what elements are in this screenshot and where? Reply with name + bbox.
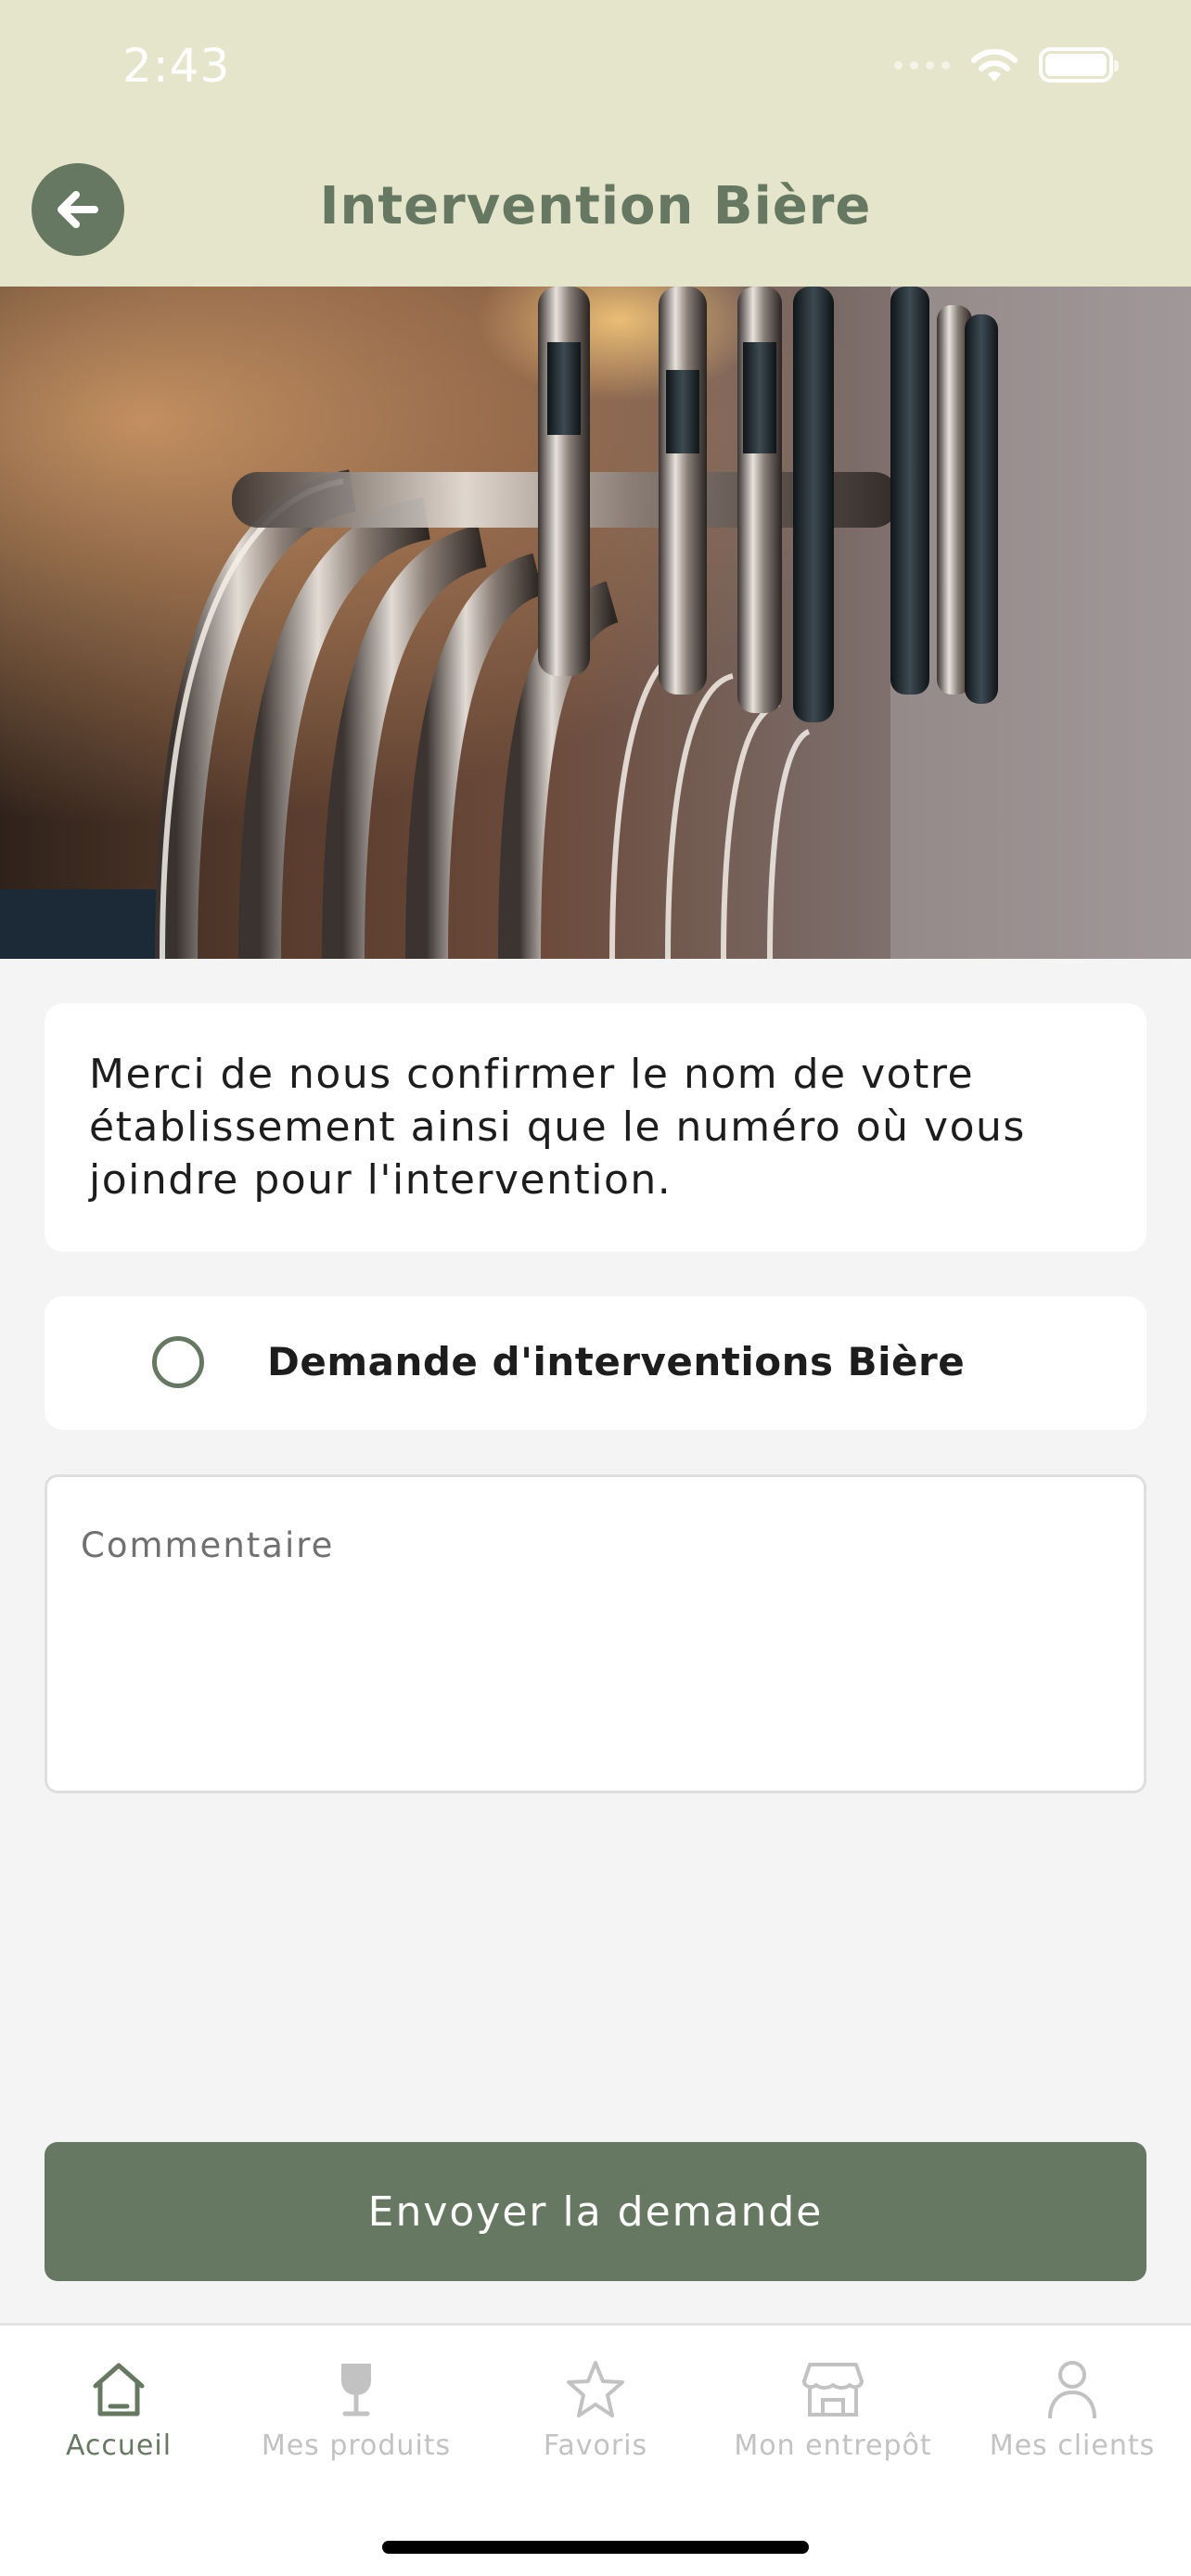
home-icon: [93, 2363, 145, 2417]
tab-favoris[interactable]: Favoris: [477, 2357, 714, 2462]
hero-image-beer-taps: [0, 287, 1191, 959]
user-icon: [1048, 2361, 1096, 2419]
wifi-icon: [971, 48, 1018, 82]
page-title: Intervention Bière: [319, 176, 872, 236]
tab-label: Accueil: [65, 2429, 173, 2462]
info-card: Merci de nous confirmer le nom de votre …: [45, 1003, 1146, 1252]
tab-mon-entrepot[interactable]: Mon entrepôt: [714, 2357, 952, 2462]
radio-button[interactable]: [152, 1336, 204, 1388]
tab-label: Mes clients: [989, 2429, 1156, 2462]
submit-request-button[interactable]: Envoyer la demande: [45, 2142, 1146, 2281]
option-label: Demande d'interventions Bière: [267, 1339, 966, 1384]
screen: 2:43 Intervention Bière Merci de nous co…: [0, 0, 1191, 2576]
store-icon: [802, 2363, 864, 2417]
wine-glass-icon: [341, 2364, 371, 2417]
status-icons: [894, 46, 1119, 83]
cellular-signal-icon: [894, 60, 950, 70]
star-icon: [567, 2361, 624, 2417]
tab-label: Mes produits: [261, 2429, 452, 2462]
tab-mes-clients[interactable]: Mes clients: [954, 2357, 1191, 2462]
status-time: 2:43: [122, 39, 231, 93]
tab-label: Favoris: [543, 2429, 648, 2462]
tab-accueil[interactable]: Accueil: [0, 2357, 237, 2462]
info-text: Merci de nous confirmer le nom de votre …: [89, 1051, 1026, 1204]
tab-mes-produits[interactable]: Mes produits: [237, 2357, 475, 2462]
header: 2:43 Intervention Bière: [0, 0, 1191, 287]
home-indicator: [382, 2541, 809, 2554]
tab-label: Mon entrepôt: [734, 2429, 932, 2462]
battery-icon: [1039, 47, 1119, 83]
tab-bar: Accueil Mes produits Favoris Mon entrepô…: [0, 2323, 1191, 2576]
comment-input[interactable]: [45, 1474, 1146, 1793]
intervention-option[interactable]: Demande d'interventions Bière: [45, 1296, 1146, 1430]
